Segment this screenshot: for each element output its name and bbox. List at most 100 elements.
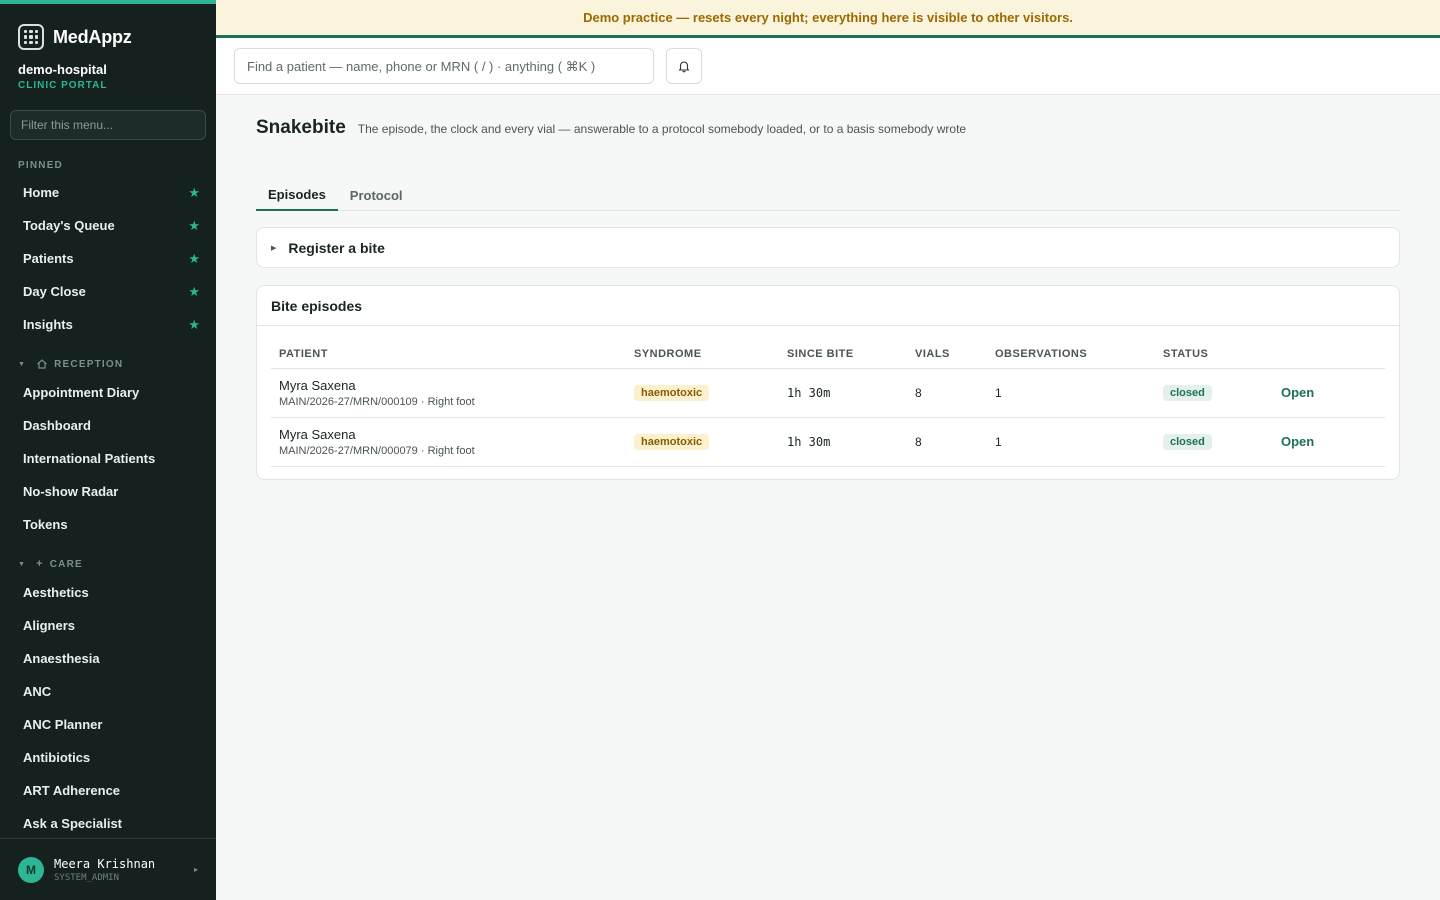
register-bite-label: Register a bite [288, 239, 385, 256]
caret-right-icon: ▶ [271, 244, 277, 252]
nav-item-home[interactable]: Home ★ [0, 176, 216, 209]
status-badge: closed [1163, 384, 1212, 401]
open-episode-link[interactable]: Open [1281, 385, 1314, 400]
nav-item-label: Day Close [23, 284, 86, 299]
user-menu[interactable]: M Meera Krishnan SYSTEM_ADMIN ▸ [0, 838, 216, 900]
patient-search-input[interactable] [234, 48, 654, 84]
vials-cell: 8 [907, 368, 987, 418]
status-cell: closed [1155, 417, 1273, 467]
star-icon[interactable]: ★ [188, 185, 200, 201]
status-badge: closed [1163, 433, 1212, 450]
page-subtitle: The episode, the clock and every vial — … [357, 122, 967, 136]
nav-item-label: No-show Radar [23, 484, 119, 499]
org-sub: CLINIC PORTAL [18, 80, 108, 91]
nav-item-label: International Patients [23, 451, 156, 466]
nav-item-label: Aligners [23, 618, 76, 633]
episodes-table: PATIENT SYNDROME SINCE BITE VIALS OBSERV… [271, 340, 1385, 467]
demo-banner: Demo practice — resets every night; ever… [216, 0, 1440, 38]
nav-item-insights[interactable]: Insights ★ [0, 308, 216, 341]
column-header-observations: OBSERVATIONS [987, 340, 1155, 369]
group-care-label: CARE [49, 558, 83, 570]
chevron-icon[interactable]: ▸ [194, 865, 198, 874]
tab-episodes[interactable]: Episodes [256, 179, 338, 211]
table-row: Myra Saxena MAIN/2026-27/MRN/000109 · Ri… [271, 368, 1385, 418]
patient-name: Myra Saxena [279, 377, 356, 393]
nav-item-label: Ask a Specialist [23, 816, 122, 831]
brand-name: MedAppz [53, 26, 132, 47]
column-header-vials: VIALS [907, 340, 987, 369]
caret-down-icon: ▼ [18, 360, 27, 368]
syndrome-cell: haemotoxic [626, 417, 779, 467]
nav-item-international-patients[interactable]: International Patients [0, 442, 216, 475]
page-title: Snakebite [256, 117, 346, 138]
user-info: Meera Krishnan SYSTEM_ADMIN [54, 857, 184, 883]
patient-name: Myra Saxena [279, 426, 356, 442]
group-reception-toggle[interactable]: ▼ RECEPTION [0, 354, 216, 374]
demo-banner-text: Demo practice — resets every night; ever… [583, 10, 1073, 25]
org-info: demo-hospital CLINIC PORTAL [0, 56, 216, 91]
patient-meta: MAIN/2026-27/MRN/000109 · Right foot [279, 395, 475, 408]
patient-cell: Myra Saxena MAIN/2026-27/MRN/000079 · Ri… [271, 417, 626, 467]
star-icon[interactable]: ★ [188, 317, 200, 333]
brand[interactable]: MedAppz [0, 4, 216, 56]
nav-item-todays-queue[interactable]: Today's Queue ★ [0, 209, 216, 242]
since-bite-cell: 1h 30m [779, 368, 907, 418]
nav-item-anaesthesia[interactable]: Anaesthesia [0, 642, 216, 675]
nav-item-anc[interactable]: ANC [0, 675, 216, 708]
nav-item-label: ART Adherence [23, 783, 121, 798]
nav-item-label: Dashboard [23, 418, 91, 433]
topbar [216, 38, 1440, 95]
nav-item-aligners[interactable]: Aligners [0, 609, 216, 642]
syndrome-cell: haemotoxic [626, 368, 779, 418]
nav-item-art-adherence[interactable]: ART Adherence [0, 774, 216, 807]
user-name: Meera Krishnan [54, 856, 156, 871]
nav-item-tokens[interactable]: Tokens [0, 508, 216, 541]
nav-item-day-close[interactable]: Day Close ★ [0, 275, 216, 308]
nav-item-appointment-diary[interactable]: Appointment Diary [0, 376, 216, 409]
column-header-status: STATUS [1155, 340, 1273, 369]
syndrome-badge: haemotoxic [634, 384, 710, 401]
nav-item-anc-planner[interactable]: ANC Planner [0, 708, 216, 741]
nav-item-label: ANC [23, 684, 52, 699]
bite-episodes-title: Bite episodes [257, 286, 1399, 326]
syndrome-badge: haemotoxic [634, 433, 710, 450]
nav-item-no-show-radar[interactable]: No-show Radar [0, 475, 216, 508]
star-icon[interactable]: ★ [188, 284, 200, 300]
nav-item-label: ANC Planner [23, 717, 103, 732]
nav-item-aesthetics[interactable]: Aesthetics [0, 576, 216, 609]
open-episode-link[interactable]: Open [1281, 434, 1314, 449]
column-header-patient: PATIENT [271, 340, 626, 369]
nav-item-label: Appointment Diary [23, 385, 140, 400]
nav-item-dashboard[interactable]: Dashboard [0, 409, 216, 442]
nav-item-antibiotics[interactable]: Antibiotics [0, 741, 216, 774]
column-header-action [1273, 340, 1385, 369]
org-name: demo-hospital [18, 62, 107, 77]
action-cell: Open [1273, 417, 1385, 467]
nav-item-label: Home [23, 185, 60, 200]
nav-item-label: Aesthetics [23, 585, 89, 600]
nav-item-label: Antibiotics [23, 750, 91, 765]
patient-meta: MAIN/2026-27/MRN/000079 · Right foot [279, 444, 475, 457]
menu-filter-input[interactable] [10, 110, 206, 140]
star-icon[interactable]: ★ [188, 251, 200, 267]
group-care-toggle[interactable]: ▼ + CARE [0, 554, 216, 574]
brand-logo-icon [18, 24, 44, 50]
patient-cell: Myra Saxena MAIN/2026-27/MRN/000109 · Ri… [271, 368, 626, 418]
nav-item-label: Anaesthesia [23, 651, 100, 666]
plus-icon: + [36, 558, 44, 570]
bell-icon [678, 61, 690, 73]
register-bite-toggle[interactable]: ▶ Register a bite [256, 227, 1400, 268]
column-header-since-bite: SINCE BITE [779, 340, 907, 369]
page-header: Snakebite The episode, the clock and eve… [256, 117, 1400, 139]
nav-item-ask-a-specialist[interactable]: Ask a Specialist [0, 807, 216, 840]
notifications-button[interactable] [666, 48, 702, 84]
star-icon[interactable]: ★ [188, 218, 200, 234]
nav-item-label: Today's Queue [23, 218, 115, 233]
group-reception-label: RECEPTION [54, 358, 124, 370]
sidebar: MedAppz demo-hospital CLINIC PORTAL PINN… [0, 0, 216, 900]
status-cell: closed [1155, 368, 1273, 418]
nav-item-label: Insights [23, 317, 73, 332]
action-cell: Open [1273, 368, 1385, 418]
tab-protocol[interactable]: Protocol [338, 179, 415, 211]
nav-item-patients[interactable]: Patients ★ [0, 242, 216, 275]
